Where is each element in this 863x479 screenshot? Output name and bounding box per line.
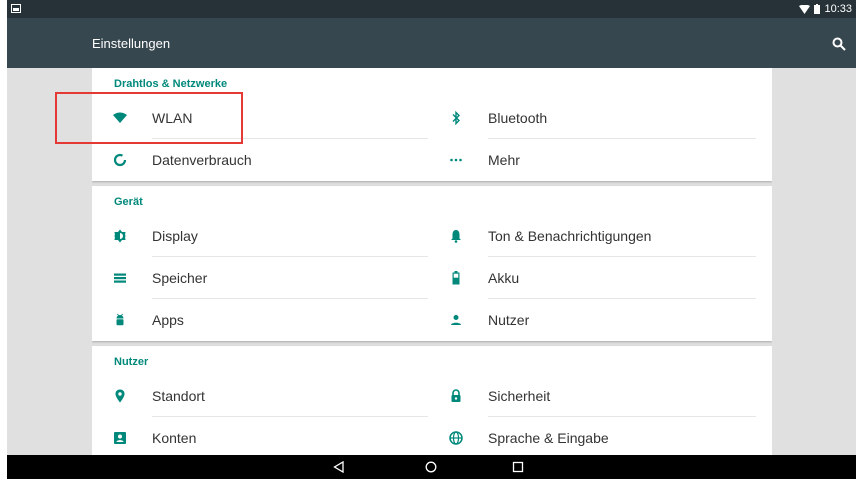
setting-label: Mehr bbox=[488, 152, 520, 168]
storage-icon bbox=[112, 270, 128, 286]
section-header: Nutzer bbox=[114, 356, 149, 368]
account-icon bbox=[112, 430, 128, 446]
setting-users[interactable]: Nutzer bbox=[428, 299, 764, 341]
setting-label: Display bbox=[152, 228, 198, 244]
screenshot-icon bbox=[11, 4, 21, 13]
setting-bluetooth[interactable]: Bluetooth bbox=[428, 97, 764, 139]
home-icon[interactable] bbox=[423, 459, 439, 475]
clock: 10:33 bbox=[824, 3, 852, 15]
settings-screen: 10:33 Einstellungen Drahtlos & Netzwerke… bbox=[7, 0, 856, 479]
search-icon[interactable] bbox=[832, 37, 846, 51]
setting-accounts[interactable]: Konten bbox=[92, 417, 428, 455]
section-header: Gerät bbox=[114, 196, 143, 208]
location-icon bbox=[112, 388, 128, 404]
setting-security[interactable]: Sicherheit bbox=[428, 375, 764, 417]
setting-data-usage[interactable]: Datenverbrauch bbox=[92, 139, 428, 181]
settings-list: Drahtlos & Netzwerke WLAN Bluetooth Date… bbox=[92, 68, 772, 455]
section-wireless-networks: Drahtlos & Netzwerke WLAN Bluetooth Date… bbox=[92, 68, 772, 181]
status-bar: 10:33 bbox=[7, 0, 856, 18]
setting-label: Datenverbrauch bbox=[152, 152, 252, 168]
wifi-icon bbox=[112, 110, 128, 126]
section-device: Gerät Display Ton & Benachrichtigungen S… bbox=[92, 186, 772, 341]
lock-icon bbox=[448, 388, 464, 404]
globe-icon bbox=[448, 430, 464, 446]
setting-apps[interactable]: Apps bbox=[92, 299, 428, 341]
setting-label: Sprache & Eingabe bbox=[488, 430, 609, 446]
setting-label: Standort bbox=[152, 388, 205, 404]
wifi-icon bbox=[799, 4, 811, 14]
setting-label: Apps bbox=[152, 312, 184, 328]
section-personal: Nutzer Standort Sicherheit Konten Sprach… bbox=[92, 346, 772, 455]
brightness-icon bbox=[112, 228, 128, 244]
setting-label: Speicher bbox=[152, 270, 208, 286]
setting-label: Konten bbox=[152, 430, 197, 446]
section-header: Drahtlos & Netzwerke bbox=[114, 78, 228, 90]
recents-icon[interactable] bbox=[510, 459, 526, 475]
more-icon bbox=[448, 152, 464, 168]
person-icon bbox=[448, 312, 464, 328]
bell-icon bbox=[448, 228, 464, 244]
setting-label: Bluetooth bbox=[488, 110, 548, 126]
setting-language-input[interactable]: Sprache & Eingabe bbox=[428, 417, 764, 455]
bluetooth-icon bbox=[448, 110, 464, 126]
setting-label: Ton & Benachrichtigungen bbox=[488, 228, 652, 244]
back-icon[interactable] bbox=[331, 459, 347, 475]
page-title: Einstellungen bbox=[92, 36, 171, 51]
battery-icon bbox=[448, 270, 464, 286]
setting-sound-notifications[interactable]: Ton & Benachrichtigungen bbox=[428, 215, 764, 257]
setting-battery[interactable]: Akku bbox=[428, 257, 764, 299]
setting-label: Sicherheit bbox=[488, 388, 551, 404]
setting-label: WLAN bbox=[152, 110, 193, 126]
android-icon bbox=[112, 312, 128, 328]
setting-label: Nutzer bbox=[488, 312, 530, 328]
setting-location[interactable]: Standort bbox=[92, 375, 428, 417]
data-usage-icon bbox=[112, 152, 128, 168]
setting-more[interactable]: Mehr bbox=[428, 139, 764, 181]
navigation-bar bbox=[7, 455, 856, 479]
app-bar: Einstellungen bbox=[7, 18, 856, 68]
setting-wlan[interactable]: WLAN bbox=[92, 97, 428, 139]
setting-display[interactable]: Display bbox=[92, 215, 428, 257]
setting-storage[interactable]: Speicher bbox=[92, 257, 428, 299]
battery-icon bbox=[814, 4, 821, 14]
setting-label: Akku bbox=[488, 270, 520, 286]
